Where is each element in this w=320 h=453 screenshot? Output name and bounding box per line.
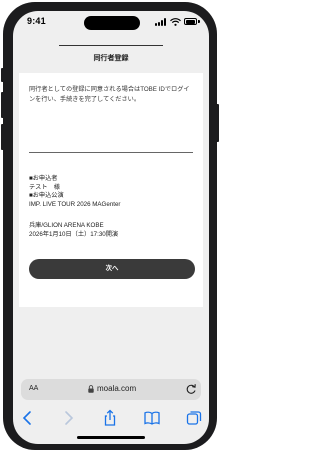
share-icon[interactable] — [101, 409, 119, 427]
lock-icon — [88, 385, 94, 393]
wifi-icon — [170, 18, 181, 26]
consent-notice: 同行者としての登録に同意される場合はTOBE IDでログインを行い、手続きを完了… — [29, 86, 190, 103]
action-button — [1, 68, 4, 82]
applicant-name: テスト 様 — [29, 183, 60, 191]
performance-name: IMP. LIVE TOUR 2026 MAGenter — [29, 200, 121, 208]
header-divider-top — [59, 45, 163, 46]
reload-icon[interactable] — [185, 383, 197, 395]
home-indicator[interactable] — [77, 436, 145, 439]
bookmarks-icon[interactable] — [143, 409, 161, 427]
address-bar[interactable]: AA moala.com — [21, 379, 201, 400]
phone-screen: 9:41 同行者登録 同行者としての登録に同意される場合はTOBE IDでログイ… — [13, 11, 209, 444]
side-button — [216, 104, 219, 142]
performance-datetime: 2026年1月10日（土）17:30開演 — [29, 230, 119, 238]
status-bar: 9:41 — [13, 11, 209, 37]
dynamic-island — [84, 16, 140, 30]
volume-up-button — [1, 92, 4, 118]
next-button[interactable]: 次へ — [29, 259, 195, 279]
forward-icon[interactable] — [59, 409, 77, 427]
back-icon[interactable] — [19, 409, 37, 427]
content-card: 同行者としての登録に同意される場合はTOBE IDでログインを行い、手続きを完了… — [19, 73, 203, 307]
venue: 兵庫/GLION ARENA KOBE — [29, 222, 104, 229]
reader-options-button[interactable]: AA — [29, 385, 38, 392]
page-title: 同行者登録 — [93, 55, 129, 62]
performance-heading: ■お申込公演 — [29, 192, 64, 199]
volume-down-button — [1, 124, 4, 150]
applicant-heading: ■お申込者 — [29, 175, 58, 182]
url-text[interactable]: moala.com — [97, 384, 136, 393]
battery-icon — [184, 18, 200, 26]
section-divider — [29, 152, 193, 153]
tabs-icon[interactable] — [185, 409, 203, 427]
signal-icon — [155, 18, 167, 26]
status-time: 9:41 — [27, 16, 46, 26]
phone-frame: 9:41 同行者登録 同行者としての登録に同意される場合はTOBE IDでログイ… — [3, 2, 217, 450]
